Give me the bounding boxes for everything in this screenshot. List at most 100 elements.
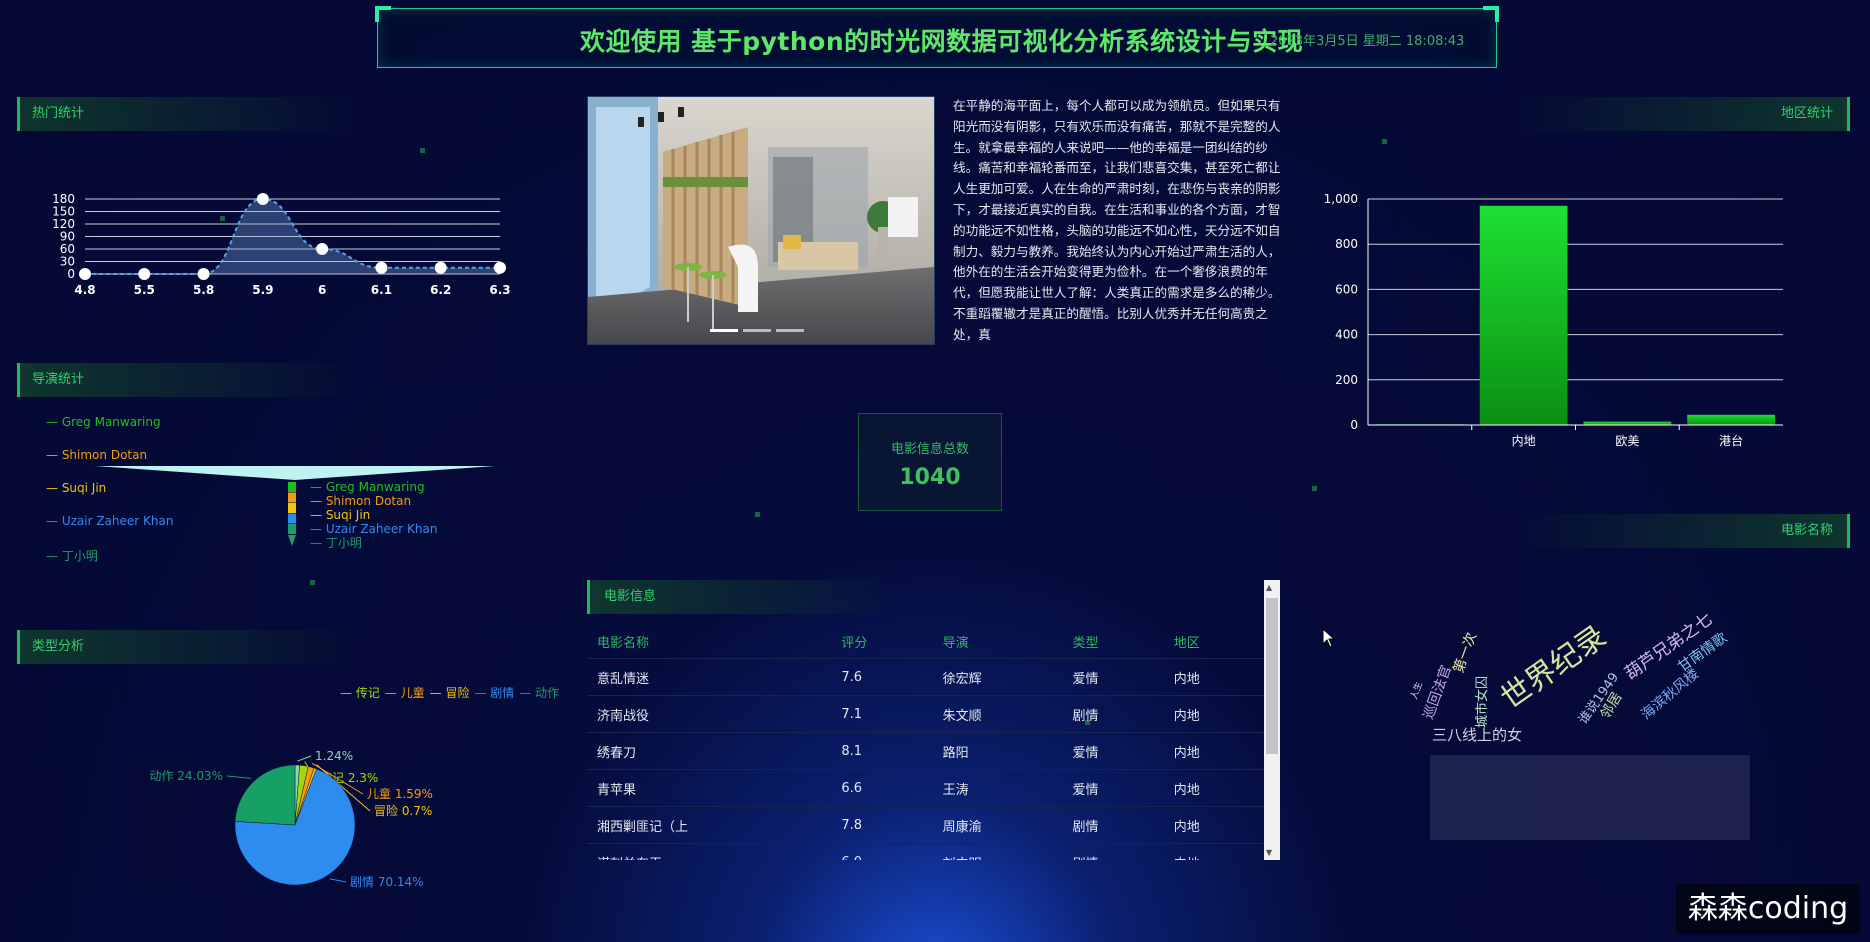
- x-tick-label: 港台: [1719, 433, 1743, 448]
- y-tick-label: 1,000: [1324, 192, 1358, 206]
- genre-legend-item[interactable]: — 传记: [340, 686, 380, 700]
- pie-leader-line: [329, 878, 347, 883]
- data-point: [138, 268, 151, 280]
- wordcloud-word: 海滨秋风楼: [1638, 666, 1702, 723]
- genre-legend-item[interactable]: — 剧情: [474, 686, 514, 700]
- pie-slice-label: 动作 24.03%: [149, 769, 223, 783]
- pie-slice-label: 儿童 1.59%: [367, 786, 433, 801]
- table-cell: 6.6: [831, 769, 933, 807]
- table-cell: 8.1: [831, 732, 933, 770]
- funnel-label: — Greg Manwaring: [310, 480, 425, 494]
- pie-slice-label: 1.24%: [315, 749, 353, 763]
- scroll-up-icon[interactable]: ▲: [1266, 583, 1272, 592]
- x-tick-label: 4.8: [74, 283, 95, 297]
- table-row[interactable]: 意乱情迷 7.6 徐宏辉 爱情 内地: [587, 658, 1265, 696]
- x-tick-label: 5.9: [252, 283, 273, 297]
- watermark: 森森coding: [1676, 884, 1860, 934]
- panel-header-region: 地区统计: [1520, 97, 1850, 131]
- y-tick-label: 150: [52, 205, 75, 219]
- particle: [1312, 486, 1317, 491]
- y-tick-label: 60: [60, 242, 75, 256]
- table-cell: 7.8: [831, 806, 933, 844]
- table-cell: 绣春刀: [587, 732, 832, 770]
- table-cell: 谋刺关东王: [587, 843, 832, 860]
- pie-leader-line: [297, 755, 312, 762]
- y-tick-label: 90: [60, 230, 75, 244]
- table-cell: 爱情: [1062, 769, 1164, 807]
- particle: [310, 580, 315, 585]
- panel-header-hot: 热门统计: [17, 97, 347, 131]
- total-count-label: 电影信息总数: [890, 442, 969, 457]
- table-cell: 青苹果: [587, 769, 832, 807]
- data-point: [256, 193, 269, 205]
- data-point: [79, 268, 91, 280]
- scrollbar-thumb[interactable]: [1266, 598, 1278, 754]
- table-header-row: 电影名称 评分 导演 类型 地区: [587, 624, 1265, 659]
- page-title: 欢迎使用 基于python的时光网数据可视化分析系统设计与实现: [580, 27, 1304, 56]
- table-cell: 内地: [1163, 769, 1265, 807]
- x-tick-label: 欧美: [1615, 434, 1639, 448]
- bar: [1687, 414, 1775, 425]
- funnel-segment: [288, 524, 296, 534]
- y-tick-label: 200: [1335, 373, 1358, 387]
- carousel[interactable]: [587, 96, 935, 345]
- data-point: [375, 261, 388, 274]
- genre-pie-chart: 1.24%传记 2.3%儿童 1.59%冒险 0.7%剧情 70.14%动作 2…: [149, 749, 433, 889]
- pie-slice-label: 冒险 0.7%: [374, 803, 432, 818]
- table-row[interactable]: 谋刺关东王6.0刘中明剧情内地: [587, 843, 1265, 860]
- table-cell: 内地: [1163, 732, 1265, 770]
- wordcloud-word: 人生: [1408, 680, 1425, 701]
- table-cell: 路阳: [932, 732, 1063, 770]
- table-column-header[interactable]: 导演: [933, 624, 1063, 659]
- table-cell: 剧情: [1062, 695, 1164, 733]
- pie-leader-line: [226, 775, 252, 779]
- y-tick-label: 0: [67, 267, 75, 281]
- table-column-header[interactable]: 类型: [1062, 624, 1163, 659]
- total-count-card: 电影信息总数 1040: [858, 413, 1002, 511]
- carousel-indicator[interactable]: [743, 329, 771, 332]
- funnel-label: — Uzair Zaheer Khan: [310, 522, 437, 536]
- hot-line-chart: 0306090120150180 4.8 5.5 5.8 5.9 6 6.1 6.2 6.3: [52, 192, 511, 297]
- intro-paragraph: 在平静的海平面上，每个人都可以成为领航员。但如果只有阳光而没有阴影，只有欢乐而没…: [953, 98, 1281, 342]
- table-cell: 内地: [1163, 843, 1265, 860]
- genre-legend-item[interactable]: — 动作: [519, 686, 559, 700]
- region-bar-chart: 0 200 400 600 800 1,000 内地 欧美 港台: [1324, 192, 1783, 448]
- table-row[interactable]: 绣春刀 8.1 路阳 爱情 内地: [587, 732, 1265, 770]
- y-tick-label: 600: [1335, 282, 1358, 296]
- datetime-display: 2023年3月5日 星期二 18:08:43: [1270, 34, 1465, 49]
- funnel-top-segment: [95, 466, 495, 480]
- director-funnel-chart: — Greg Manwaring— Shimon Dotan— Suqi Jin…: [95, 466, 495, 550]
- table-row[interactable]: 济南战役 7.1 朱文顺 剧情 内地: [587, 695, 1265, 733]
- scroll-down-icon[interactable]: ▼: [1266, 848, 1272, 857]
- movie-table: 电影名称 评分 导演 类型 地区 意乱情迷 7.6 徐宏辉 爱情 内地 济南战役 7.1 朱文顺 剧情内…: [587, 624, 1265, 860]
- director-legend-item[interactable]: — Greg Manwaring: [46, 415, 173, 448]
- genre-legend-item[interactable]: — 冒险: [430, 686, 470, 700]
- total-count-value: 1040: [899, 465, 961, 490]
- table-row[interactable]: 湘西剿匪记（上 7.8 周康渝 剧情 内地: [587, 806, 1265, 844]
- data-point: [494, 261, 506, 274]
- table-row[interactable]: 青苹果 6.6 王涛 爱情 内地: [587, 769, 1265, 807]
- movie-table-panel: 电影信息 电影名称 评分 导演 类型 地区 意乱情迷 7.6 徐宏辉 爱情 内地 济南战役 7.1 朱…: [587, 580, 1280, 860]
- funnel-label: — 丁小明: [310, 536, 362, 550]
- genre-legend-item[interactable]: — 儿童: [385, 686, 425, 700]
- funnel-segment: [288, 482, 296, 492]
- table-cell: 王涛: [932, 769, 1063, 807]
- carousel-indicator[interactable]: [776, 329, 804, 332]
- table-cell: 爱情: [1062, 732, 1164, 770]
- table-cell: 济南战役: [587, 695, 832, 733]
- table-cell: 内地: [1163, 658, 1265, 696]
- table-cell: 周康渝: [932, 806, 1063, 844]
- x-tick-label: 6.3: [489, 283, 510, 297]
- carousel-indicator-active[interactable]: [710, 329, 738, 332]
- table-cell: 7.1: [831, 695, 933, 733]
- genre-legend: — 传记 — 儿童 — 冒险 — 剧情 — 动作: [340, 682, 564, 701]
- wordcloud-word: 城市女囚: [1474, 676, 1490, 728]
- table-column-header[interactable]: 电影名称: [587, 624, 831, 659]
- x-tick-label: 内地: [1512, 434, 1536, 448]
- y-tick-label: 800: [1335, 237, 1358, 251]
- table-cell: 剧情: [1062, 806, 1164, 844]
- x-tick-label: 6: [318, 283, 326, 297]
- x-tick-label: 5.5: [134, 283, 155, 297]
- table-column-header[interactable]: 评分: [831, 624, 932, 659]
- table-column-header[interactable]: 地区: [1164, 624, 1265, 659]
